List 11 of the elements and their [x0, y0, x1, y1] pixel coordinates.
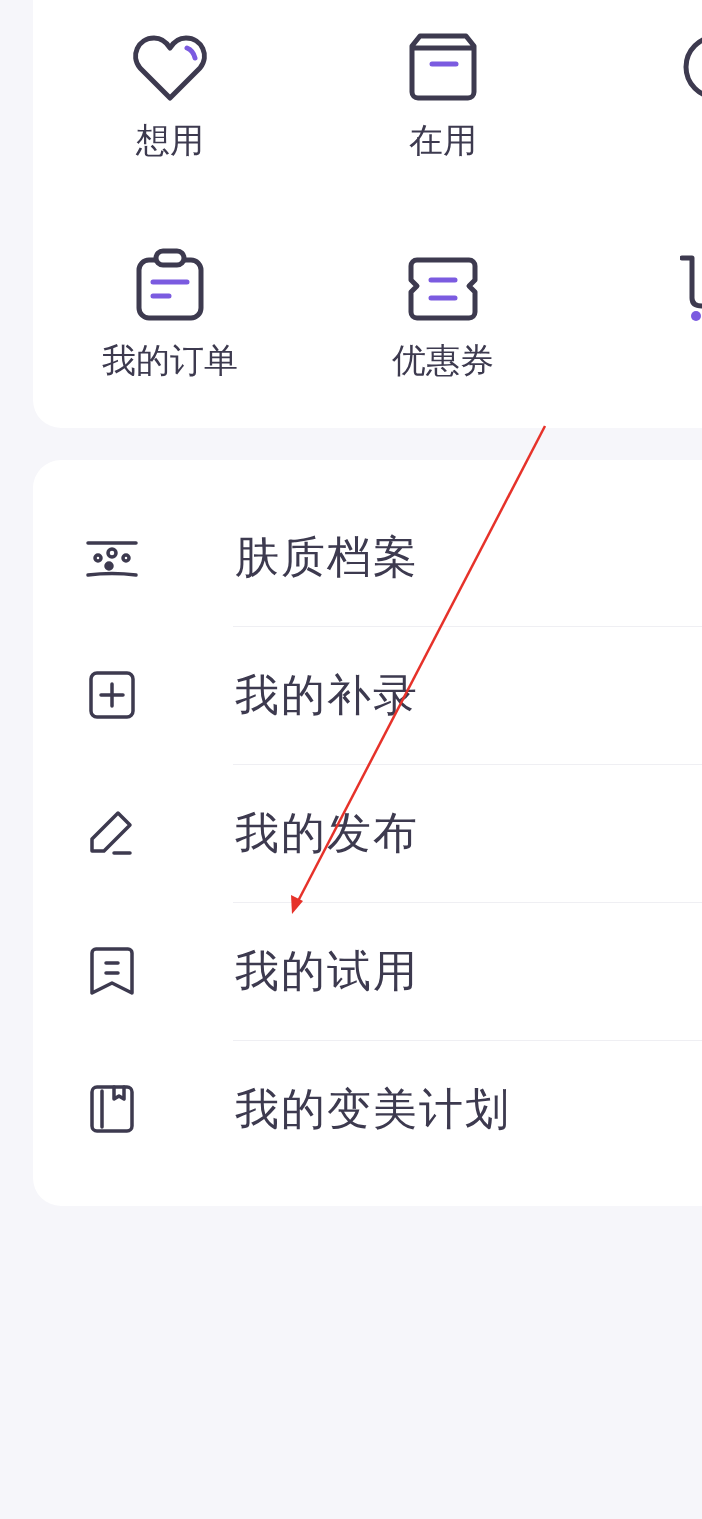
shortcut-label[interactable]: 我的订单: [101, 340, 238, 380]
ticket-icon: [406, 256, 479, 322]
shortcut-label[interactable]: 优惠券: [391, 340, 494, 380]
heart-icon: [131, 34, 208, 102]
menu-item[interactable]: 我的试用: [33, 902, 702, 1040]
menu-item[interactable]: 肤质档案: [33, 488, 702, 626]
box-icon: [407, 32, 478, 102]
shortcut-label[interactable]: 在用: [408, 120, 477, 160]
clipboard-icon: [134, 248, 205, 322]
shortcut-label[interactable]: 想用: [135, 120, 204, 160]
menu-item[interactable]: 我的变美计划: [33, 1040, 702, 1178]
